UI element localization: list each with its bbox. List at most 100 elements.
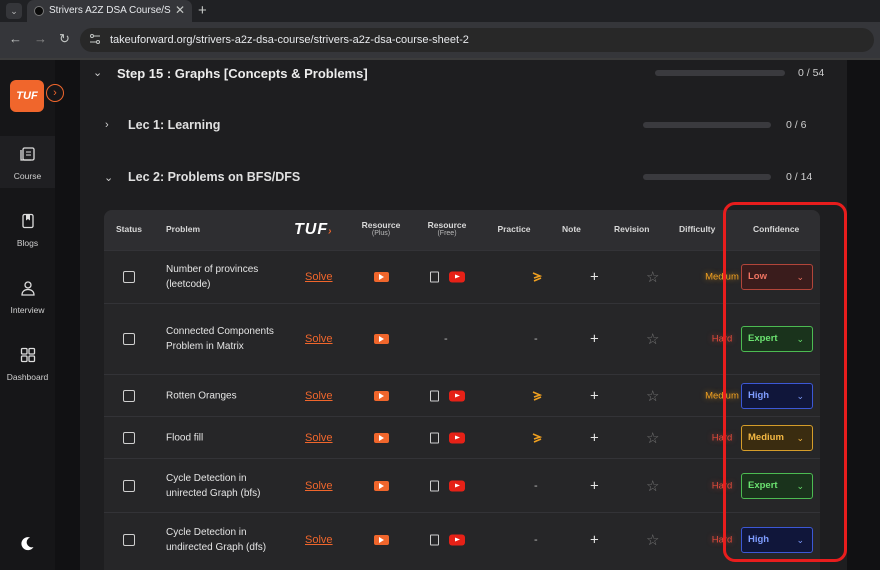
problems-table: Status Problem TUF› Resource (Plus) Resou… bbox=[104, 210, 820, 570]
table-row: Rotten Oranges Solve + ☆ Medium High ⌄ bbox=[104, 374, 820, 416]
plus-video-icon[interactable] bbox=[374, 480, 389, 491]
plus-video-icon[interactable] bbox=[374, 334, 389, 344]
tab-close-icon[interactable]: ✕ bbox=[175, 3, 185, 17]
revision-star-icon[interactable]: ☆ bbox=[646, 387, 659, 405]
status-checkbox[interactable] bbox=[123, 271, 135, 283]
lecture-title: Lec 1: Learning bbox=[128, 118, 221, 132]
youtube-icon[interactable] bbox=[449, 390, 465, 401]
plus-video-icon[interactable] bbox=[374, 432, 389, 443]
practice-platform-icon[interactable] bbox=[530, 389, 544, 403]
plus-video-icon[interactable] bbox=[374, 534, 389, 545]
column-tuf: TUF› bbox=[294, 221, 333, 238]
lecture-progress-count: 0 / 14 bbox=[786, 171, 813, 183]
app-sidebar: TUF › Course Blogs Interview Dashboard bbox=[0, 60, 64, 570]
browser-tab-strip: ⌄ Strivers A2Z DSA Course/Sheet ✕ + bbox=[0, 0, 880, 22]
no-resource: - bbox=[444, 333, 448, 345]
status-checkbox[interactable] bbox=[123, 479, 135, 492]
revision-star-icon[interactable]: ☆ bbox=[646, 531, 659, 549]
chevron-down-icon: ⌄ bbox=[93, 67, 103, 79]
add-note-button[interactable]: + bbox=[590, 387, 599, 404]
new-tab-button[interactable]: + bbox=[198, 2, 207, 19]
no-practice: - bbox=[534, 333, 538, 345]
solve-link[interactable]: Solve bbox=[305, 480, 333, 492]
chevron-right-icon: › bbox=[105, 119, 109, 131]
revision-star-icon[interactable]: ☆ bbox=[646, 330, 659, 348]
plus-video-icon[interactable] bbox=[374, 390, 389, 401]
no-practice: - bbox=[534, 479, 538, 492]
sidebar-item-dashboard[interactable]: Dashboard bbox=[0, 337, 55, 389]
lecture-progress-count: 0 / 6 bbox=[786, 119, 807, 131]
step-header[interactable]: ⌄ Step 15 : Graphs [Concepts & Problems]… bbox=[80, 60, 847, 88]
problem-name: Number of provinces (leetcode) bbox=[166, 264, 259, 290]
sidebar-item-label: Interview bbox=[10, 305, 45, 315]
revision-star-icon[interactable]: ☆ bbox=[646, 477, 659, 495]
book-icon bbox=[19, 147, 35, 161]
table-row: Connected Components Problem in Matrix So… bbox=[104, 303, 820, 374]
column-practice: Practice bbox=[497, 224, 531, 234]
column-revision: Revision bbox=[614, 224, 650, 234]
add-note-button[interactable]: + bbox=[590, 531, 599, 548]
status-checkbox[interactable] bbox=[123, 533, 135, 546]
step-progress-bar bbox=[655, 70, 785, 76]
article-icon[interactable] bbox=[430, 432, 439, 443]
tab-search-button[interactable]: ⌄ bbox=[6, 3, 22, 19]
practice-platform-icon[interactable] bbox=[530, 270, 544, 284]
add-note-button[interactable]: + bbox=[590, 477, 599, 494]
chevron-down-icon: ⌄ bbox=[104, 172, 114, 184]
table-header: Status Problem TUF› Resource (Plus) Resou… bbox=[104, 210, 820, 250]
sidebar-item-blogs[interactable]: Blogs bbox=[0, 203, 55, 255]
solve-link[interactable]: Solve bbox=[305, 432, 333, 444]
tuf-logo[interactable]: TUF bbox=[10, 80, 44, 112]
table-row: Flood fill Solve + ☆ Hard Medium ⌄ bbox=[104, 416, 820, 458]
sidebar-item-course[interactable]: Course bbox=[0, 136, 55, 188]
solve-link[interactable]: Solve bbox=[305, 534, 333, 546]
step-title: Step 15 : Graphs [Concepts & Problems] bbox=[117, 66, 368, 81]
step-progress-count: 0 / 54 bbox=[798, 67, 825, 79]
plus-video-icon[interactable] bbox=[374, 272, 389, 282]
solve-link[interactable]: Solve bbox=[305, 333, 333, 345]
revision-star-icon[interactable]: ☆ bbox=[646, 268, 659, 286]
article-icon[interactable] bbox=[430, 390, 439, 401]
site-info-icon[interactable] bbox=[89, 33, 101, 45]
column-resource-free: Resource (Free) bbox=[427, 220, 467, 237]
add-note-button[interactable]: + bbox=[590, 429, 599, 446]
table-row: Number of provinces (leetcode) Solve + ☆ Med… bbox=[104, 250, 820, 303]
sidebar-collapse-button[interactable]: › bbox=[46, 84, 64, 102]
youtube-icon[interactable] bbox=[449, 271, 465, 283]
add-note-button[interactable]: + bbox=[590, 269, 599, 286]
reload-button[interactable]: ↻ bbox=[59, 31, 70, 47]
status-checkbox[interactable] bbox=[123, 333, 135, 345]
column-difficulty: Difficulty bbox=[679, 224, 716, 234]
youtube-icon[interactable] bbox=[449, 480, 465, 491]
problem-name: Rotten Oranges bbox=[166, 390, 237, 401]
article-icon[interactable] bbox=[430, 480, 439, 491]
revision-star-icon[interactable]: ☆ bbox=[646, 429, 659, 447]
back-button[interactable]: ← bbox=[9, 31, 22, 46]
youtube-icon[interactable] bbox=[449, 534, 465, 545]
column-problem: Problem bbox=[166, 224, 201, 234]
person-icon bbox=[20, 281, 35, 296]
browser-toolbar: ← → ↻ takeuforward.org/strivers-a2z-dsa-… bbox=[0, 22, 880, 58]
grid-icon bbox=[20, 347, 35, 363]
sidebar-item-label: Course bbox=[13, 171, 42, 181]
practice-platform-icon[interactable] bbox=[530, 431, 544, 445]
problem-name: Cycle Detection in unirected Graph (bfs) bbox=[166, 472, 261, 499]
no-practice: - bbox=[534, 533, 538, 546]
article-icon[interactable] bbox=[430, 271, 439, 283]
address-bar[interactable]: takeuforward.org/strivers-a2z-dsa-course… bbox=[80, 28, 874, 52]
sidebar-item-label: Dashboard bbox=[6, 372, 49, 382]
status-checkbox[interactable] bbox=[123, 389, 135, 402]
youtube-icon[interactable] bbox=[449, 432, 465, 443]
forward-button[interactable]: → bbox=[34, 31, 47, 46]
problem-name: Cycle Detection in undirected Graph (dfs… bbox=[166, 526, 267, 553]
browser-tab[interactable]: Strivers A2Z DSA Course/Sheet ✕ bbox=[27, 0, 192, 22]
tab-title: Strivers A2Z DSA Course/Sheet bbox=[49, 5, 171, 16]
sidebar-item-interview[interactable]: Interview bbox=[0, 270, 55, 322]
add-note-button[interactable]: + bbox=[590, 331, 599, 348]
status-checkbox[interactable] bbox=[123, 431, 135, 444]
solve-link[interactable]: Solve bbox=[305, 271, 333, 283]
sidebar-item-label: Blogs bbox=[16, 238, 39, 248]
solve-link[interactable]: Solve bbox=[305, 390, 333, 402]
article-icon[interactable] bbox=[430, 534, 439, 545]
moon-icon[interactable] bbox=[19, 536, 35, 552]
